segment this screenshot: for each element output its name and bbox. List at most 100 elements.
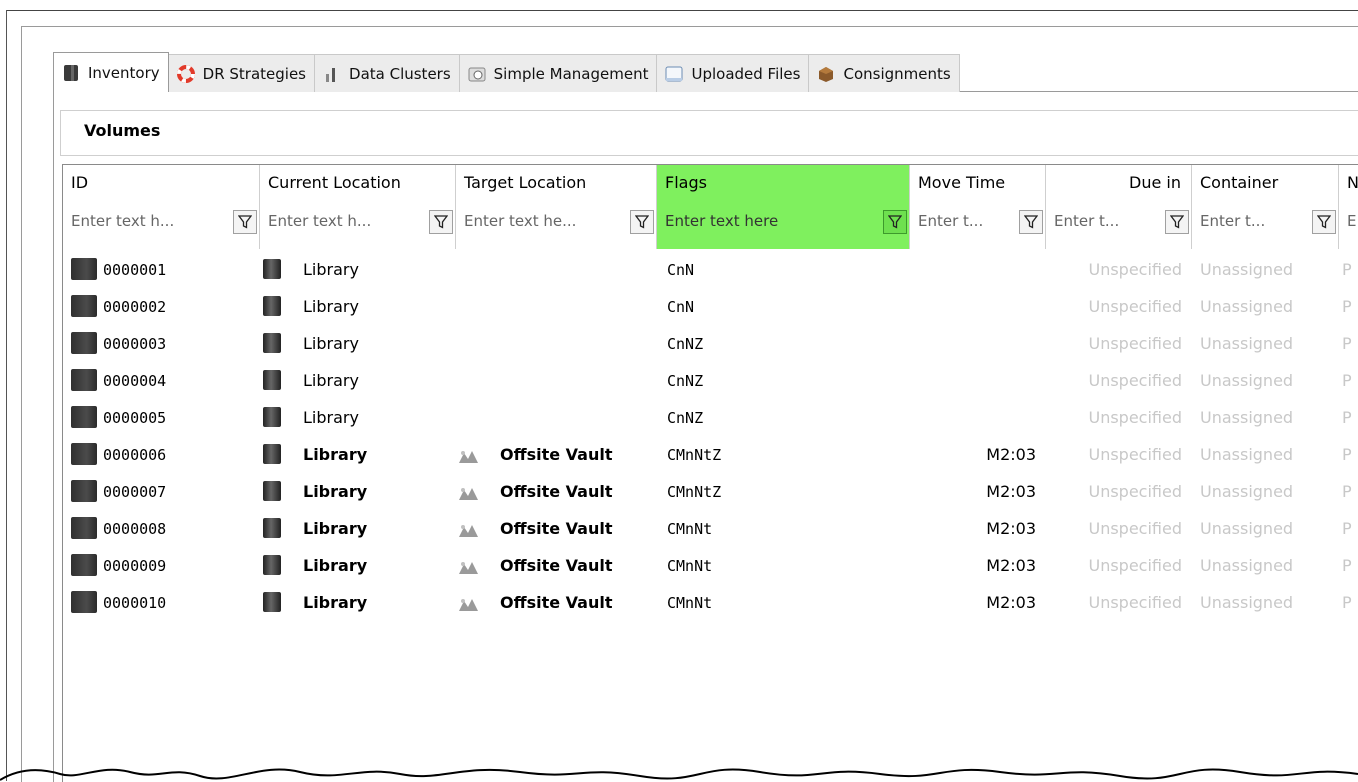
table-row[interactable]: 0000003 Library CnNZ Unspecified Unassigned P bbox=[63, 326, 1358, 362]
cell-current-location: Library bbox=[263, 400, 359, 436]
cell-container-text: Unassigned bbox=[1200, 556, 1294, 575]
box-icon bbox=[817, 65, 835, 83]
cell-due-in: Unspecified bbox=[1088, 363, 1182, 399]
cell-target-location-text: Offsite Vault bbox=[500, 519, 613, 538]
table-row[interactable]: 0000008 Library Offsite Vault CMnNt M2:03 Uns… bbox=[63, 511, 1358, 547]
tab-simple-management[interactable]: Simple Management bbox=[458, 54, 658, 92]
tab-label: Simple Management bbox=[493, 64, 649, 83]
cell-target-location: Offsite Vault bbox=[456, 548, 612, 584]
cell-id: 0000001 bbox=[71, 252, 166, 288]
tab-uploaded-files[interactable]: Uploaded Files bbox=[656, 54, 810, 92]
column-header-move-time[interactable]: Move Time Enter t... bbox=[910, 165, 1046, 249]
table-row[interactable]: 0000005 Library CnNZ Unspecified Unassigned P bbox=[63, 400, 1358, 436]
filter-input-id[interactable]: Enter text h... bbox=[63, 204, 259, 240]
tab-bar: Inventory DR Strategies Data Clusters Si… bbox=[53, 52, 960, 92]
tab-consignments[interactable]: Consignments bbox=[808, 54, 960, 92]
tab-inventory[interactable]: Inventory bbox=[53, 52, 169, 92]
cell-n-text: P bbox=[1342, 519, 1352, 538]
column-title: Flags bbox=[665, 173, 707, 192]
cell-flags: CMnNtZ bbox=[667, 437, 721, 473]
cell-current-location-text: Library bbox=[303, 408, 359, 427]
filter-input-flags[interactable]: Enter text here bbox=[657, 204, 909, 240]
filter-input-due-in[interactable]: Enter t... bbox=[1046, 204, 1191, 240]
cell-flags-text: CnNZ bbox=[667, 335, 704, 353]
filter-icon[interactable] bbox=[1019, 210, 1043, 234]
tab-label: Uploaded Files bbox=[691, 64, 801, 83]
cell-container-text: Unassigned bbox=[1200, 334, 1294, 353]
filter-placeholder: Enter t... bbox=[1200, 212, 1266, 230]
cell-flags-text: CnNZ bbox=[667, 372, 704, 390]
table-row[interactable]: 0000002 Library CnN Unspecified Unassigned P bbox=[63, 289, 1358, 325]
filter-input-current-location[interactable]: Enter text h... bbox=[260, 204, 455, 240]
column-header-id[interactable]: ID Enter text h... bbox=[63, 165, 260, 249]
filter-input-n[interactable]: E bbox=[1339, 204, 1358, 240]
cell-n-text: P bbox=[1342, 445, 1352, 464]
cell-current-location-text: Library bbox=[303, 334, 359, 353]
cell-current-location-text: Library bbox=[303, 445, 368, 464]
filter-icon[interactable] bbox=[233, 210, 257, 234]
table-row[interactable]: 0000007 Library Offsite Vault CMnNtZ M2:03 Un… bbox=[63, 474, 1358, 510]
cell-container-text: Unassigned bbox=[1200, 593, 1294, 612]
tab-label: Inventory bbox=[88, 63, 160, 82]
cell-container: Unassigned bbox=[1200, 400, 1293, 436]
cell-due-in-text: Unspecified bbox=[1088, 482, 1182, 501]
cell-due-in: Unspecified bbox=[1088, 326, 1182, 362]
filter-icon[interactable] bbox=[1312, 210, 1336, 234]
cell-flags: CnNZ bbox=[667, 400, 703, 436]
filter-icon[interactable] bbox=[429, 210, 453, 234]
column-header-container[interactable]: Container Enter t... bbox=[1192, 165, 1339, 249]
cell-move-time: M2:03 bbox=[986, 437, 1036, 473]
cell-flags: CnNZ bbox=[667, 326, 703, 362]
cell-n-text: P bbox=[1342, 482, 1352, 501]
cell-flags: CnNZ bbox=[667, 363, 703, 399]
table-row[interactable]: 0000001 Library CnN Unspecified Unassigned P bbox=[63, 252, 1358, 288]
column-header-target-location[interactable]: Target Location Enter text he... bbox=[456, 165, 657, 249]
cell-move-time-text: M2:03 bbox=[986, 519, 1036, 538]
cell-target-location-text: Offsite Vault bbox=[500, 556, 613, 575]
cell-flags-text: CMnNtZ bbox=[667, 483, 722, 501]
chart-bars-icon bbox=[323, 65, 341, 83]
column-title: Move Time bbox=[918, 173, 1006, 192]
cell-id-text: 0000001 bbox=[103, 261, 167, 279]
filter-icon[interactable] bbox=[630, 210, 654, 234]
cell-container: Unassigned bbox=[1200, 289, 1293, 325]
cell-current-location: Library bbox=[263, 585, 367, 621]
filter-icon[interactable] bbox=[1165, 210, 1189, 234]
filter-icon[interactable] bbox=[883, 210, 907, 234]
cell-current-location: Library bbox=[263, 326, 359, 362]
library-icon bbox=[263, 517, 281, 538]
cell-move-time-text: M2:03 bbox=[986, 593, 1036, 612]
cell-flags-text: CnN bbox=[667, 298, 695, 316]
cell-id: 0000007 bbox=[71, 474, 166, 510]
cell-container-text: Unassigned bbox=[1200, 519, 1294, 538]
cell-id-text: 0000007 bbox=[103, 483, 167, 501]
filter-input-move-time[interactable]: Enter t... bbox=[910, 204, 1045, 240]
filter-input-container[interactable]: Enter t... bbox=[1192, 204, 1338, 240]
table-row[interactable]: 0000004 Library CnNZ Unspecified Unassigned P bbox=[63, 363, 1358, 399]
tab-dr-strategies[interactable]: DR Strategies bbox=[167, 54, 316, 92]
filter-input-target-location[interactable]: Enter text he... bbox=[456, 204, 656, 240]
tab-data-clusters[interactable]: Data Clusters bbox=[314, 54, 460, 92]
cell-move-time-text: M2:03 bbox=[986, 482, 1036, 501]
cell-current-location: Library bbox=[263, 289, 359, 325]
column-header-due-in[interactable]: Due in Enter t... bbox=[1046, 165, 1192, 249]
volume-icon bbox=[71, 405, 97, 428]
column-header-current-location[interactable]: Current Location Enter text h... bbox=[260, 165, 456, 249]
filter-placeholder: Enter t... bbox=[918, 212, 984, 230]
cell-container-text: Unassigned bbox=[1200, 371, 1294, 390]
cell-n-text: P bbox=[1342, 556, 1352, 575]
volumes-grid: ID Enter text h... Current Location Enter t… bbox=[62, 164, 1358, 782]
volume-icon bbox=[71, 331, 97, 354]
column-header-flags[interactable]: Flags Enter text here bbox=[657, 165, 910, 249]
library-icon bbox=[263, 443, 281, 464]
cell-due-in: Unspecified bbox=[1088, 252, 1182, 288]
table-row[interactable]: 0000006 Library Offsite Vault CMnNtZ M2:03 Un… bbox=[63, 437, 1358, 473]
column-header-n[interactable]: NE bbox=[1339, 165, 1358, 249]
cell-id: 0000005 bbox=[71, 400, 166, 436]
table-row[interactable]: 0000010 Library Offsite Vault CMnNt M2:03 Uns… bbox=[63, 585, 1358, 621]
volume-icon bbox=[71, 553, 97, 576]
cell-id-text: 0000004 bbox=[103, 372, 167, 390]
table-row[interactable]: 0000009 Library Offsite Vault CMnNt M2:03 Uns… bbox=[63, 548, 1358, 584]
cell-due-in-text: Unspecified bbox=[1088, 408, 1182, 427]
cell-id-text: 0000009 bbox=[103, 557, 167, 575]
